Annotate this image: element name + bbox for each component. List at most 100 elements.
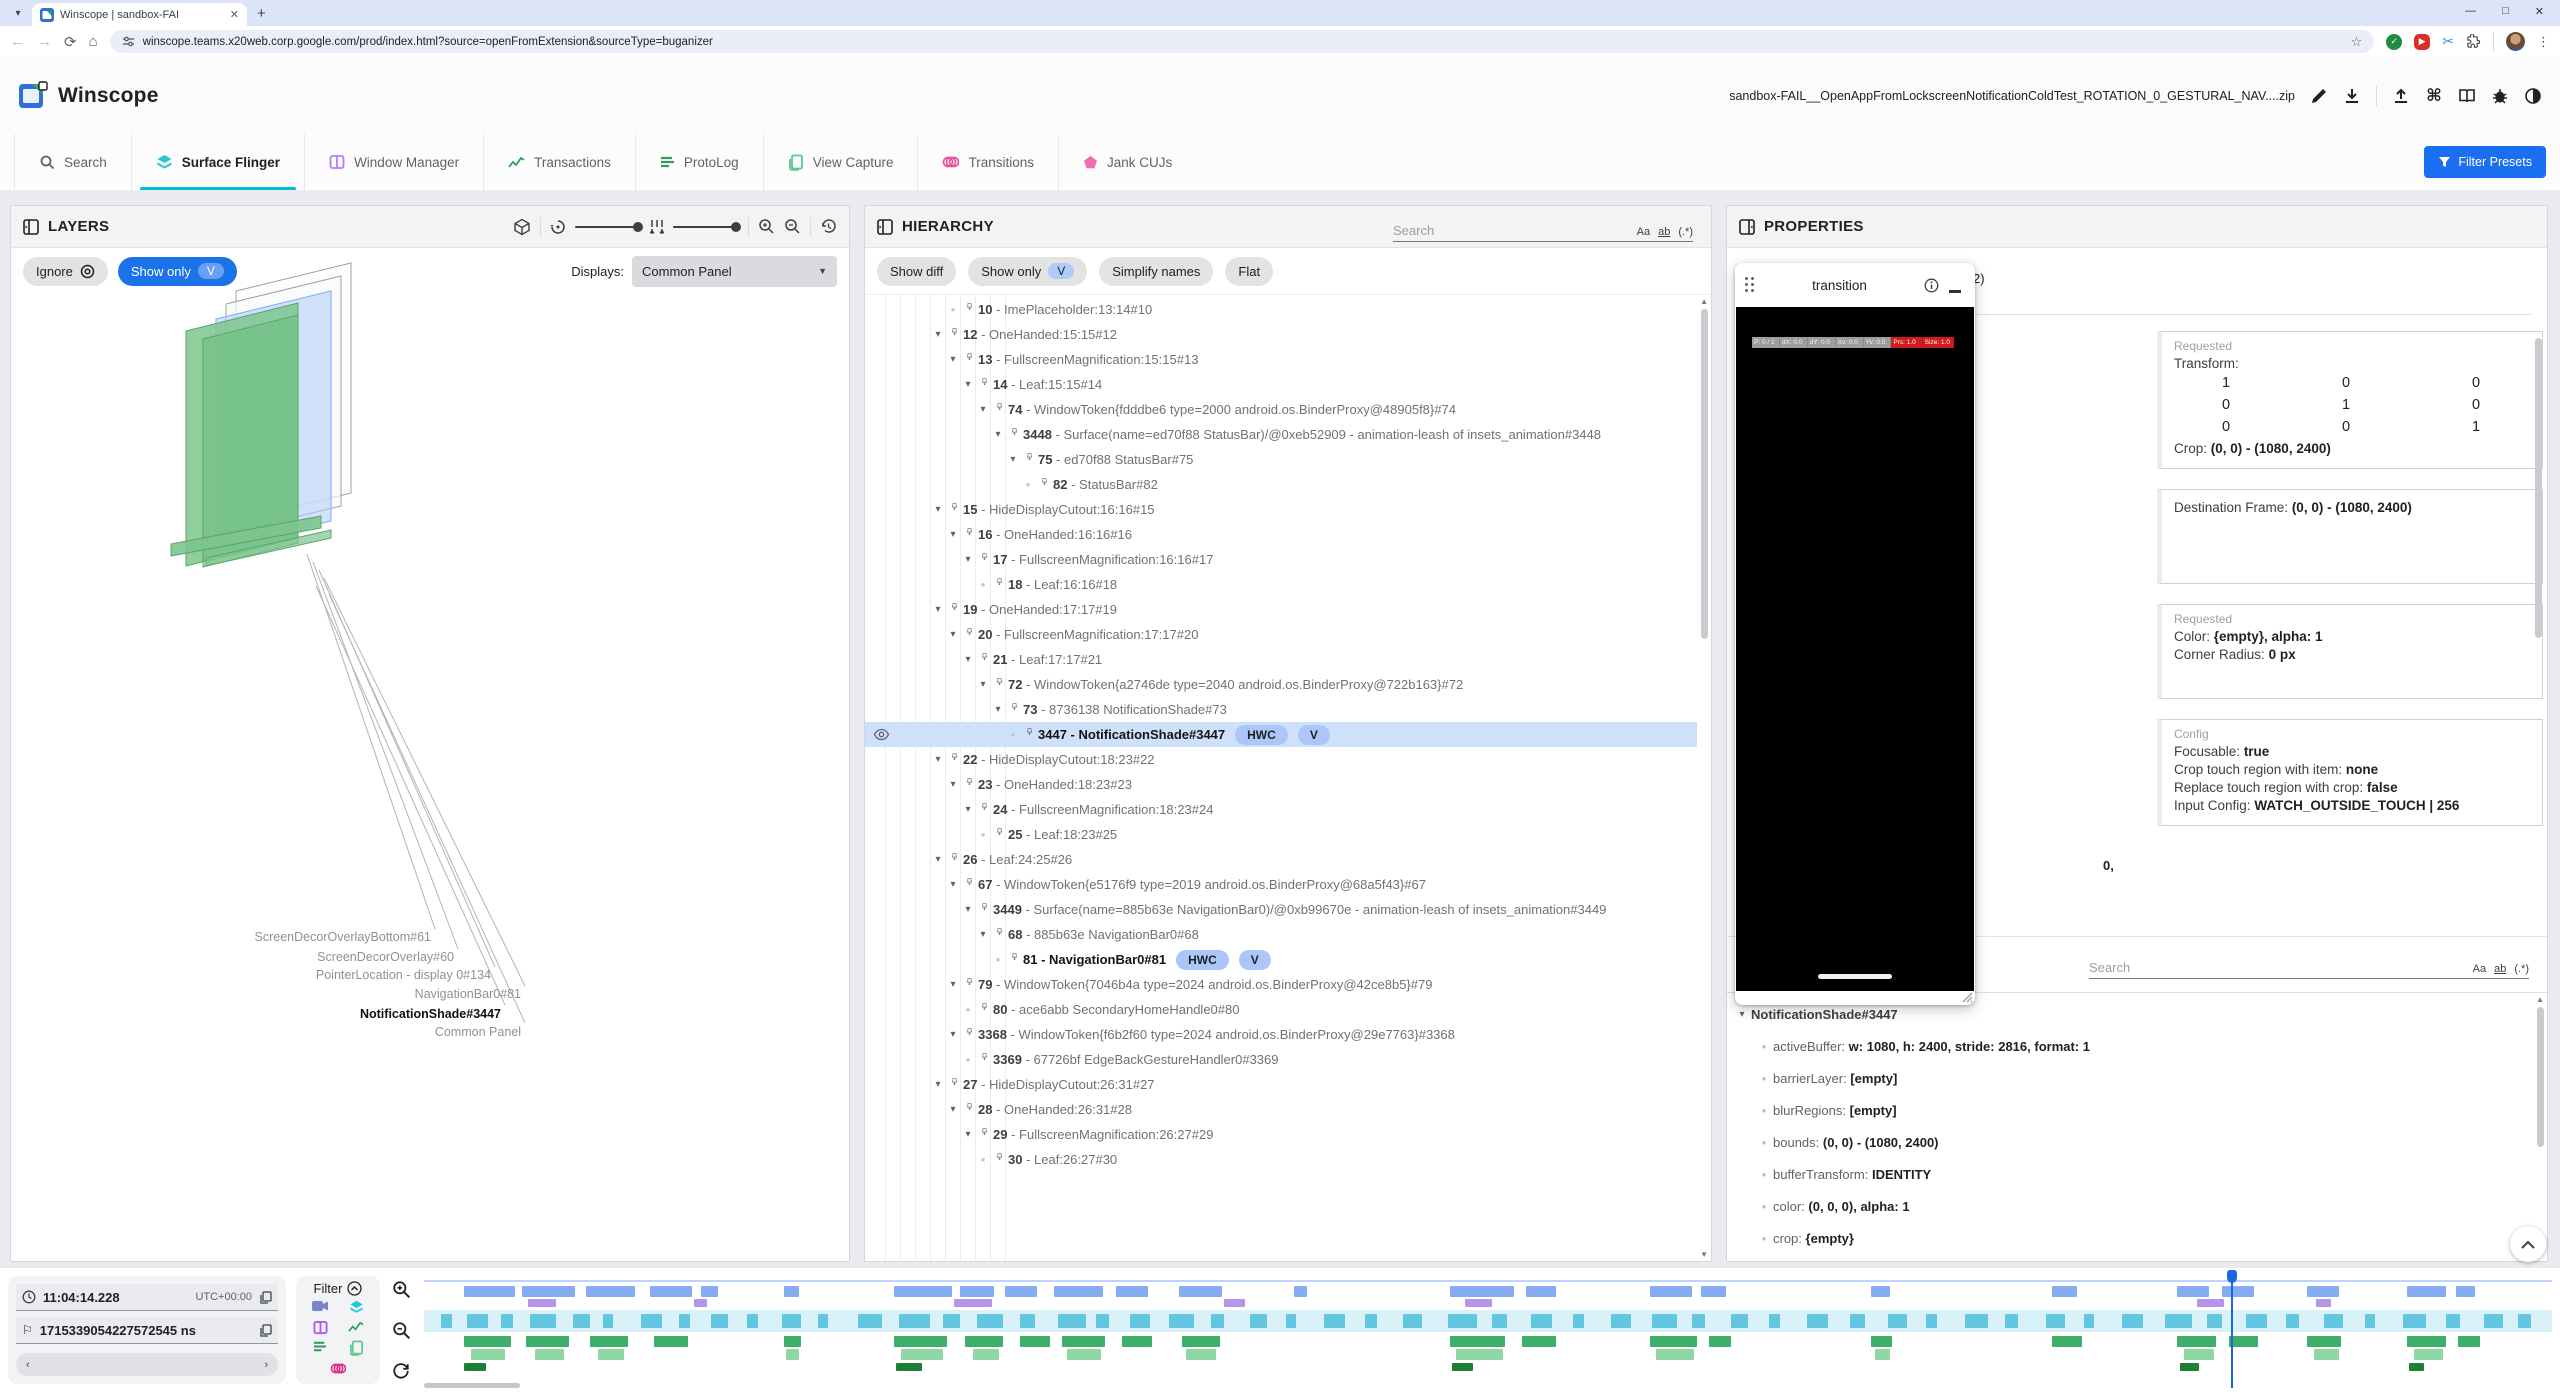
trace-entry-bar[interactable] bbox=[711, 1314, 728, 1328]
property-row[interactable]: ●blurRegions: [empty] bbox=[1733, 1095, 2527, 1127]
expand-chevron-icon[interactable]: ▾ bbox=[930, 597, 946, 622]
trace-entry-bar[interactable] bbox=[954, 1299, 992, 1307]
trace-entry-bar[interactable] bbox=[858, 1314, 881, 1328]
trace-entry-bar[interactable] bbox=[2084, 1314, 2095, 1328]
back-icon[interactable]: ← bbox=[10, 33, 25, 50]
expand-chevron-icon[interactable]: ▾ bbox=[945, 1022, 961, 1047]
trace-entry-bar[interactable] bbox=[747, 1314, 758, 1328]
reset-view-icon[interactable] bbox=[820, 218, 837, 235]
hierarchy-node-10[interactable]: ●10 - ImePlaceholder:13:14#10 bbox=[865, 297, 1697, 322]
trace-entry-bar[interactable] bbox=[2286, 1314, 2299, 1328]
expand-chevron-icon[interactable]: ▾ bbox=[960, 647, 976, 672]
trace-entry-bar[interactable] bbox=[2197, 1299, 2225, 1307]
timeline-scrollbar-thumb[interactable] bbox=[424, 1383, 520, 1388]
trace-entry-bar[interactable] bbox=[586, 1286, 635, 1297]
hierarchy-node-14[interactable]: ▾14 - Leaf:15:15#14 bbox=[865, 372, 1697, 397]
trace-entry-bar[interactable] bbox=[1365, 1314, 1378, 1328]
trace-entry-bar[interactable] bbox=[1656, 1349, 1694, 1360]
layer-spacing-icon[interactable] bbox=[650, 219, 664, 235]
trace-entry-bar[interactable] bbox=[2484, 1314, 2503, 1328]
property-row[interactable]: ●activeBuffer: w: 1080, h: 2400, stride:… bbox=[1733, 1031, 2527, 1063]
trace-entry-bar[interactable] bbox=[2207, 1314, 2222, 1328]
hierarchy-node-22[interactable]: ▾22 - HideDisplayCutout:18:23#22 bbox=[865, 747, 1697, 772]
scissors-extension-icon[interactable]: ✂ bbox=[2442, 33, 2454, 50]
trace-entry-bar[interactable] bbox=[1067, 1349, 1101, 1360]
ignore-chip[interactable]: Ignore bbox=[23, 257, 108, 286]
trace-entry-bar[interactable] bbox=[2314, 1349, 2340, 1360]
scroll-top-button[interactable] bbox=[2510, 1226, 2546, 1262]
tune-icon[interactable] bbox=[122, 35, 135, 48]
hierarchy-node-74[interactable]: ▾74 - WindowToken{fdddbe6 type=2000 andr… bbox=[865, 397, 1697, 422]
browser-tab[interactable]: Winscope | sandbox-FAI ✕ bbox=[32, 3, 247, 26]
trace-entry-bar[interactable] bbox=[2177, 1286, 2209, 1297]
property-row[interactable]: ●color: (0, 0, 0), alpha: 1 bbox=[1733, 1191, 2527, 1223]
bookmark-star-icon[interactable]: ☆ bbox=[2351, 34, 2363, 50]
transition-overlay-window[interactable]: transition P: 0 / 1dX: 0.0dY: 0.0Xv: 0.0… bbox=[1735, 263, 1975, 1005]
timeline-row-surfaceflinger[interactable] bbox=[424, 1286, 2552, 1297]
scroll-up-icon[interactable]: ▲ bbox=[2536, 995, 2544, 1004]
trace-entry-bar[interactable] bbox=[1403, 1314, 1422, 1328]
trace-entry-bar[interactable] bbox=[2307, 1286, 2339, 1297]
hierarchy-node-75[interactable]: ▾75 - ed70f88 StatusBar#75 bbox=[865, 447, 1697, 472]
trace-entry-bar[interactable] bbox=[2324, 1314, 2343, 1328]
transitions-icon[interactable] bbox=[330, 1361, 346, 1376]
tab-jank-cujs[interactable]: Jank CUJs bbox=[1059, 134, 1196, 190]
trace-entry-bar[interactable] bbox=[679, 1314, 690, 1328]
regex-icon[interactable]: (.*) bbox=[2514, 963, 2529, 975]
trace-entry-bar[interactable] bbox=[2414, 1349, 2444, 1360]
match-case-icon[interactable]: Aa bbox=[1637, 226, 1650, 238]
expand-chevron-icon[interactable]: ▾ bbox=[945, 772, 961, 797]
home-icon[interactable]: ⌂ bbox=[89, 33, 98, 50]
trace-entry-bar[interactable] bbox=[1465, 1299, 1493, 1307]
trace-entry-bar[interactable] bbox=[2518, 1314, 2531, 1328]
timeline-row-window-manager[interactable] bbox=[424, 1336, 2552, 1347]
trace-entry-bar[interactable] bbox=[598, 1349, 624, 1360]
new-tab-button[interactable]: + bbox=[257, 5, 266, 22]
expand-chevron-icon[interactable]: ▾ bbox=[945, 1097, 961, 1122]
expand-chevron-icon[interactable]: ▾ bbox=[960, 372, 976, 397]
flat-chip[interactable]: Flat bbox=[1225, 257, 1273, 286]
trace-entry-bar[interactable] bbox=[501, 1314, 514, 1328]
trace-entry-bar[interactable] bbox=[1020, 1336, 1050, 1347]
zoom-in-icon[interactable] bbox=[392, 1280, 411, 1299]
trace-entry-bar[interactable] bbox=[1250, 1314, 1267, 1328]
trace-entry-bar[interactable] bbox=[1116, 1286, 1148, 1297]
trace-entry-bar[interactable] bbox=[1169, 1314, 1195, 1328]
info-icon[interactable] bbox=[1924, 278, 1939, 293]
view-capture-icon[interactable] bbox=[349, 1340, 364, 1356]
expand-chevron-icon[interactable]: ▾ bbox=[930, 747, 946, 772]
extension-red-icon[interactable]: ▶ bbox=[2414, 34, 2430, 50]
expand-chevron-icon[interactable]: ▾ bbox=[960, 797, 976, 822]
regex-icon[interactable]: (.*) bbox=[1678, 226, 1693, 238]
trace-entry-bar[interactable] bbox=[2407, 1336, 2445, 1347]
trace-entry-bar[interactable] bbox=[782, 1314, 801, 1328]
trace-entry-bar[interactable] bbox=[1650, 1336, 1697, 1347]
trace-entry-bar[interactable] bbox=[1211, 1314, 1224, 1328]
expand-chevron-icon[interactable]: ▾ bbox=[975, 672, 991, 697]
trace-entry-bar[interactable] bbox=[1130, 1314, 1149, 1328]
trace-entry-bar[interactable] bbox=[2222, 1286, 2254, 1297]
copy-icon[interactable] bbox=[259, 1324, 272, 1337]
hierarchy-node-21[interactable]: ▾21 - Leaf:17:17#21 bbox=[865, 647, 1697, 672]
trace-entry-bar[interactable] bbox=[1324, 1314, 1345, 1328]
trace-entry-bar[interactable] bbox=[1871, 1336, 1892, 1347]
rotation-slider[interactable] bbox=[575, 226, 641, 228]
trace-entry-bar[interactable] bbox=[784, 1286, 799, 1297]
trace-entry-bar[interactable] bbox=[535, 1349, 565, 1360]
dark-mode-icon[interactable] bbox=[2524, 87, 2542, 105]
trace-entry-bar[interactable] bbox=[1701, 1286, 1727, 1297]
expand-chevron-icon[interactable]: ▾ bbox=[945, 972, 961, 997]
close-icon[interactable]: ✕ bbox=[2535, 5, 2544, 18]
expand-chevron-icon[interactable]: ▾ bbox=[945, 522, 961, 547]
trace-entry-bar[interactable] bbox=[960, 1286, 994, 1297]
expand-chevron-icon[interactable]: ▾ bbox=[960, 1122, 976, 1147]
protolog-icon[interactable] bbox=[313, 1340, 327, 1353]
tab-window-manager[interactable]: Window Manager bbox=[305, 134, 484, 190]
hierarchy-node-3368[interactable]: ▾3368 - WindowToken{f6b2f60 type=2024 an… bbox=[865, 1022, 1697, 1047]
hierarchy-node-79[interactable]: ▾79 - WindowToken{7046b4a type=2024 andr… bbox=[865, 972, 1697, 997]
hierarchy-node-18[interactable]: ●18 - Leaf:16:16#18 bbox=[865, 572, 1697, 597]
collapse-panel-icon[interactable] bbox=[23, 219, 39, 235]
expand-chevron-icon[interactable]: ▾ bbox=[1005, 447, 1021, 472]
edit-pencil-icon[interactable] bbox=[2310, 87, 2328, 105]
tab-surface-flinger[interactable]: Surface Flinger bbox=[132, 134, 305, 190]
